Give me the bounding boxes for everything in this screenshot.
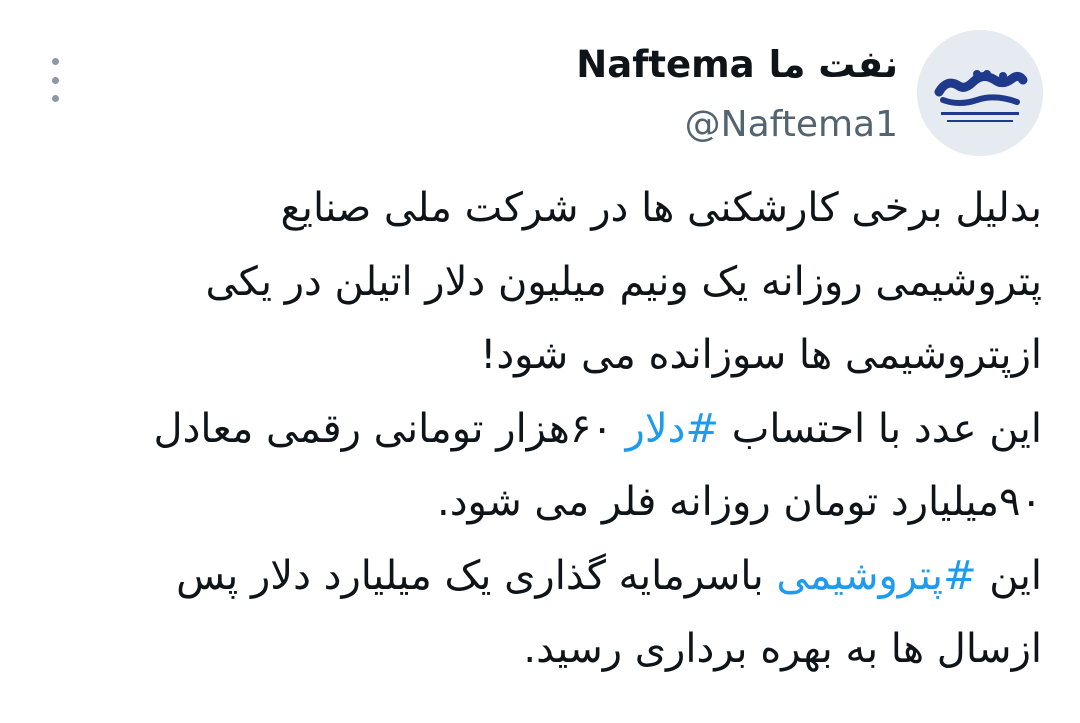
hashtag-petrochemical-link[interactable]: #پتروشیمی — [776, 553, 976, 599]
tweet-line-text: پتروشیمی روزانه یک ونیم میلیون دلار اتیل… — [205, 258, 1042, 305]
tweet-line-text: ازسال ها به بهره برداری رسید. — [523, 626, 1042, 672]
tweet-line-text: ۹۰میلیارد تومان روزانه فلر می شود. — [437, 479, 1042, 525]
tweet-card: Naftema نفت ما @Naftema1 بدلیل برخی کارش… — [0, 0, 1080, 723]
tweet-line-text: این عدد با احتساب — [719, 405, 1042, 452]
tweet-line: پتروشیمی روزانه یک ونیم میلیون دلار اتیل… — [70, 246, 1042, 320]
tweet-line-text: باسرمایه گذاری یک میلیارد دلار پس — [176, 552, 777, 599]
naftema-logo-icon — [917, 30, 1043, 156]
tweet-line: ازپتروشیمی ها سوزانده می شود! — [70, 319, 1042, 393]
display-name[interactable]: Naftema نفت ما — [576, 40, 898, 90]
tweet-line: ۹۰میلیارد تومان روزانه فلر می شود. — [70, 466, 1042, 540]
tweet-line-text: ۶۰هزار تومانی رقمی معادل — [153, 405, 626, 452]
tweet-line: این #پتروشیمی باسرمایه گذاری یک میلیارد … — [70, 540, 1042, 614]
tweet-line: ازسال ها به بهره برداری رسید. — [70, 613, 1042, 687]
tweet-line-text: ازپتروشیمی ها سوزانده می شود! — [480, 332, 1042, 378]
user-handle[interactable]: @Naftema1 — [576, 100, 898, 150]
tweet-line: بدلیل برخی کارشکنی ها در شرکت ملی صنایع — [70, 172, 1042, 246]
more-vertical-icon-dot — [51, 95, 59, 102]
more-vertical-icon-dot — [51, 76, 59, 84]
tweet-line-text: بدلیل برخی کارشکنی ها در شرکت ملی صنایع — [280, 185, 1042, 231]
avatar[interactable] — [917, 30, 1043, 156]
tweet-line: این عدد با احتساب #دلار ۶۰هزار تومانی رق… — [70, 393, 1042, 467]
hashtag-dollar-link[interactable]: #دلار — [626, 406, 719, 452]
more-options-button[interactable] — [40, 58, 70, 102]
tweet-header: Naftema نفت ما @Naftema1 — [576, 40, 898, 150]
tweet-line-text: این — [976, 552, 1042, 599]
more-vertical-icon — [51, 58, 59, 65]
display-name-fa: نفت ما — [768, 43, 898, 86]
tweet-text: بدلیل برخی کارشکنی ها در شرکت ملی صنایع … — [70, 172, 1042, 687]
display-name-en: Naftema — [576, 43, 755, 86]
